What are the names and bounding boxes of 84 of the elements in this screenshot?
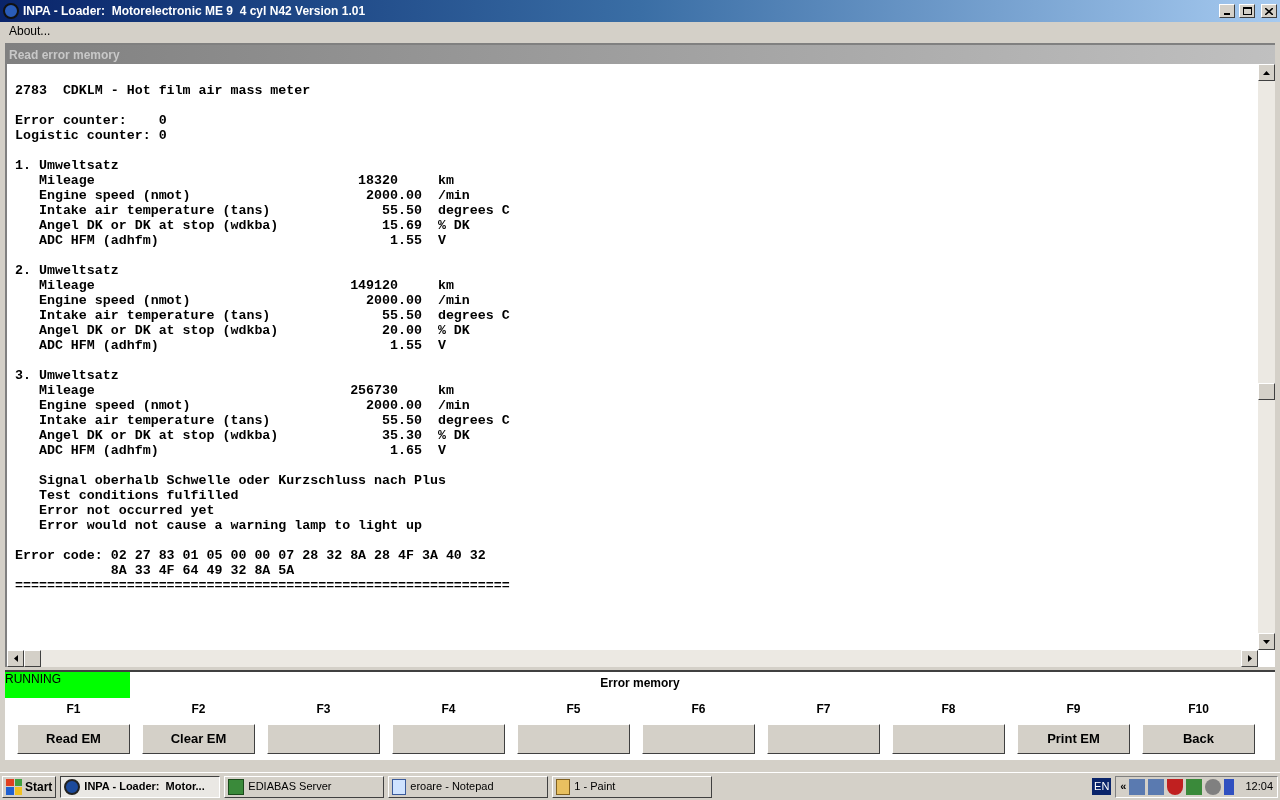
start-button[interactable]: Start	[2, 775, 57, 798]
log-line: ADC HFM (adhfm) 1.55 V	[37, 233, 446, 248]
log-line: 2783 CDKLM - Hot film air mass meter	[15, 83, 311, 98]
taskbar-button[interactable]: EDIABAS Server	[224, 775, 385, 798]
scroll-right-button[interactable]	[1241, 650, 1258, 667]
log-line: Signal oberhalb Schwelle oder Kurzschluss nach Plus	[37, 473, 446, 488]
log-line: ==============================================================	[15, 578, 510, 593]
taskbar-button[interactable]: INPA - Loader: Motor...	[60, 775, 221, 798]
function-button[interactable]	[267, 724, 380, 754]
close-button[interactable]	[1261, 4, 1277, 18]
log-line: Mileage 18320 km	[37, 173, 454, 188]
log-line: Angel DK or DK at stop (wdkba) 35.30 % DK	[37, 428, 470, 443]
function-key-label: F1	[66, 701, 81, 718]
log-line: Error code: 02 27 83 01 05 00 00 07 28 32 8A 28 4F 3A 40 32	[15, 548, 486, 563]
log-line: Angel DK or DK at stop (wdkba) 20.00 % DK	[37, 323, 470, 338]
log-line: ADC HFM (adhfm) 1.65 V	[37, 443, 446, 458]
app-logo-icon	[3, 3, 19, 19]
log-line: 2. Umweltsatz	[15, 263, 119, 278]
scroll-thumb[interactable]	[24, 650, 41, 667]
taskbar-button[interactable]: eroare - Notepad	[388, 775, 549, 798]
function-key-label: F5	[566, 701, 581, 718]
function-button[interactable]	[517, 724, 630, 754]
down-arrow-icon	[1263, 639, 1270, 644]
horizontal-scrollbar[interactable]	[7, 650, 1258, 667]
log-line: Angel DK or DK at stop (wdkba) 15.69 % DK	[37, 218, 470, 233]
maximize-button[interactable]	[1239, 4, 1255, 18]
minimize-button[interactable]	[1219, 4, 1235, 18]
log-line: 1. Umweltsatz	[15, 158, 119, 173]
function-button[interactable]: Back	[1142, 724, 1255, 754]
scroll-thumb[interactable]	[1258, 383, 1275, 400]
function-button[interactable]	[767, 724, 880, 754]
left-arrow-icon	[13, 655, 18, 662]
function-button[interactable]	[392, 724, 505, 754]
log-line: ADC HFM (adhfm) 1.55 V	[37, 338, 446, 353]
status-indicator: RUNNING	[5, 672, 130, 698]
log-line: 3. Umweltsatz	[15, 368, 119, 383]
log-line: Intake air temperature (tans) 55.50 degrees C	[37, 308, 510, 323]
scroll-down-button[interactable]	[1258, 633, 1275, 650]
log-line: Engine speed (nmot) 2000.00 /min	[37, 293, 470, 308]
function-key-label: F2	[191, 701, 206, 718]
windows-logo-icon	[6, 778, 22, 795]
log-line: Test conditions fulfilled	[37, 488, 239, 503]
log-line: Intake air temperature (tans) 55.50 degrees C	[37, 413, 510, 428]
scroll-up-button[interactable]	[1258, 64, 1275, 81]
taskbar-button[interactable]: 1 - Paint	[552, 775, 713, 798]
function-button[interactable]	[642, 724, 755, 754]
scroll-left-button[interactable]	[7, 650, 24, 667]
logo-icon	[64, 778, 81, 795]
function-key-label: F6	[691, 701, 706, 718]
panel-header: Read error memory	[7, 45, 1275, 64]
log-line: 8A 33 4F 64 49 32 8A 5A	[109, 563, 295, 578]
function-button[interactable]: Clear EM	[142, 724, 255, 754]
log-line: Intake air temperature (tans) 55.50 degrees C	[37, 203, 510, 218]
log-line: Mileage 256730 km	[37, 383, 454, 398]
shield-icon[interactable]	[1167, 778, 1184, 795]
maximize-icon	[1242, 7, 1252, 15]
window-title: INPA - Loader: Motorelectronic ME 9 4 cyl N42 Version 1.01	[23, 3, 366, 20]
menu-item[interactable]: About...	[2, 22, 58, 40]
function-button[interactable]: Read EM	[17, 724, 130, 754]
function-key-label: F8	[941, 701, 956, 718]
function-key-label: F7	[816, 701, 831, 718]
clock: 12:04	[1245, 779, 1273, 795]
expand-tray-icon[interactable]: «	[1120, 778, 1127, 795]
minimize-icon	[1224, 13, 1230, 15]
function-key-label: F9	[1066, 701, 1081, 718]
screen-title: Error memory	[600, 675, 680, 692]
language-indicator[interactable]: EN	[1092, 778, 1112, 795]
log-line: Error counter: 0	[15, 113, 167, 128]
log-line: Logistic counter: 0	[15, 128, 167, 143]
log-line: Mileage 149120 km	[37, 278, 454, 293]
function-key-label: F10	[1188, 701, 1209, 718]
log-line: Engine speed (nmot) 2000.00 /min	[37, 398, 470, 413]
function-button[interactable]: Print EM	[1017, 724, 1130, 754]
function-key-label: F4	[441, 701, 456, 718]
log-line: Engine speed (nmot) 2000.00 /min	[37, 188, 470, 203]
function-key-label: F3	[316, 701, 331, 718]
log-line: Error not occurred yet	[37, 503, 215, 518]
log-line: Error would not cause a warning lamp to light up	[37, 518, 422, 533]
vertical-scrollbar[interactable]	[1258, 64, 1275, 650]
function-button[interactable]	[892, 724, 1005, 754]
close-icon	[1265, 7, 1273, 15]
right-arrow-icon	[1247, 655, 1252, 662]
up-arrow-icon	[1263, 70, 1270, 75]
notepad-icon	[392, 778, 407, 795]
